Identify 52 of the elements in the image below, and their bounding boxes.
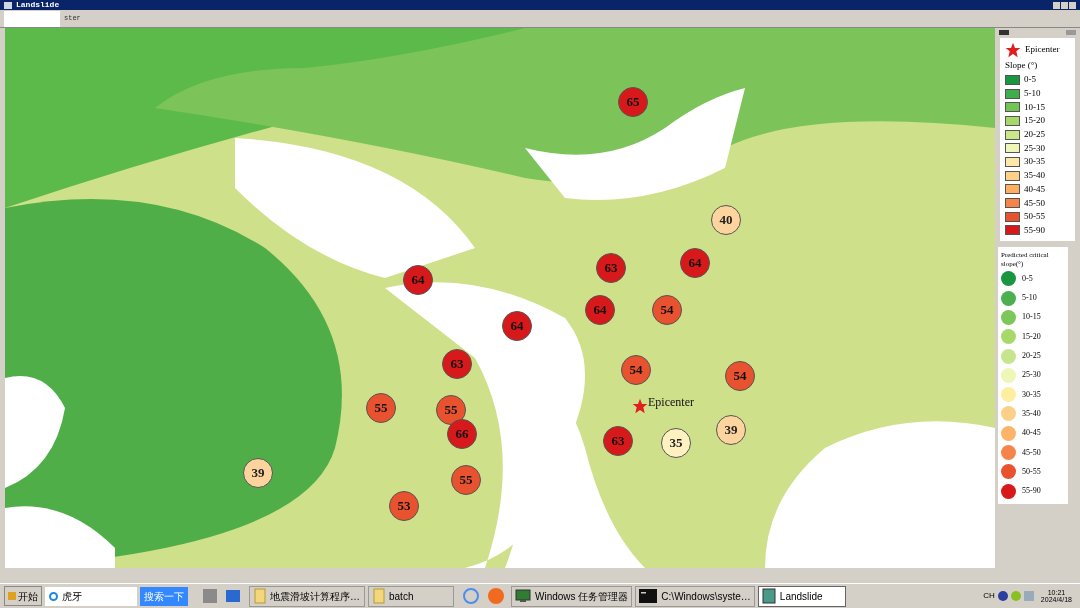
taskbar-button[interactable]: C:\Windows\syste…: [635, 585, 755, 607]
window-icon: [4, 1, 12, 9]
legend-label: 55-90: [1024, 225, 1045, 235]
taskbar-button[interactable]: Landslide: [757, 585, 846, 607]
legend-label: 40-45: [1022, 429, 1041, 438]
address-text: 虎牙: [62, 589, 82, 604]
legend-label: 40-45: [1024, 184, 1045, 194]
tray-icon: [1023, 591, 1034, 601]
star-icon: [1005, 42, 1021, 58]
legend-title: Slope (°): [1005, 59, 1039, 72]
legend-label: 0-5: [1024, 75, 1036, 85]
input-field[interactable]: [4, 10, 60, 27]
legend-label: 45-50: [1024, 198, 1045, 208]
legend-label: 20-25: [1024, 130, 1045, 140]
window-title: Landslide: [16, 1, 60, 9]
help-icon: [997, 591, 1008, 601]
minimize-button[interactable]: [1053, 1, 1060, 9]
taskbar-button[interactable]: batch: [368, 585, 454, 607]
folder-icon: [254, 588, 266, 604]
legend-label: 5-10: [1024, 89, 1041, 99]
taskbar-button[interactable]: Windows 任务管理器: [511, 585, 633, 607]
legend-label: 50-55: [1022, 467, 1041, 476]
legend-label: 30-35: [1024, 157, 1045, 167]
tray-icon: [1010, 591, 1021, 601]
console-icon: [639, 589, 658, 603]
epicenter-star-icon: [632, 398, 648, 414]
legend-label: 35-40: [1022, 409, 1041, 418]
legend-label: 0-5: [1022, 274, 1033, 283]
start-button[interactable]: 开始: [4, 586, 42, 606]
epicenter-label: Epicenter: [648, 396, 694, 408]
legend-label: 30-35: [1022, 390, 1041, 399]
folder-icon: [373, 588, 385, 604]
legend-label: 55-90: [1022, 487, 1041, 496]
legend-label: 45-50: [1022, 448, 1041, 457]
close-button[interactable]: [1069, 1, 1076, 9]
legend-label: 15-20: [1024, 116, 1045, 126]
maximize-button[interactable]: [1061, 1, 1068, 9]
language-indicator: CH: [983, 590, 995, 602]
taskbar-button[interactable]: 地震滑坡计算程序…: [249, 585, 365, 607]
app-icon: [761, 588, 776, 604]
legend-label: 10-15: [1022, 313, 1041, 322]
monitor-icon: [515, 589, 531, 603]
legend-label: 25-30: [1022, 371, 1041, 380]
address-field[interactable]: 虎牙: [45, 586, 137, 606]
legend-label: Epicenter: [1025, 43, 1060, 57]
legend-label: 25-30: [1024, 143, 1045, 153]
legend-label: 35-40: [1024, 171, 1045, 181]
legend-label: 20-25: [1022, 352, 1041, 361]
legend-label: 15-20: [1022, 332, 1041, 341]
legend-label: 50-55: [1024, 212, 1045, 222]
legend-label: 5-10: [1022, 294, 1037, 303]
legend-label: 10-15: [1024, 102, 1045, 112]
